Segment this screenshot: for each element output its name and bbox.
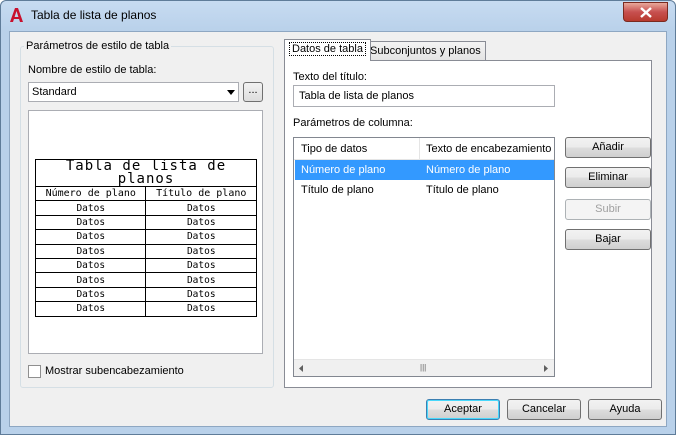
show-subheader-checkbox[interactable]: [28, 365, 41, 378]
add-button[interactable]: Añadir: [565, 137, 651, 158]
table-data-tab-panel: Texto del título: Tabla de lista de plan…: [284, 60, 652, 388]
preview-cell: Datos: [34, 286, 147, 303]
tab-subconjuntos-y-planos[interactable]: Subconjuntos y planos: [365, 41, 486, 61]
move-down-button[interactable]: Bajar: [565, 229, 651, 250]
tab-label: Subconjuntos y planos: [370, 45, 481, 57]
show-subheader-label[interactable]: Mostrar subencabezamiento: [45, 365, 184, 377]
column-list-header: Tipo de datos Texto de encabezamiento: [294, 138, 554, 160]
scroll-grip-icon[interactable]: |||: [420, 363, 426, 372]
preview-cell: Datos: [34, 257, 147, 274]
title-text-value: Tabla de lista de planos: [299, 90, 414, 102]
preview-cell: Datos: [145, 243, 257, 259]
style-name-dropdown[interactable]: Standard: [28, 82, 239, 102]
row-type: Título de plano: [301, 184, 374, 196]
preview-cell: Datos: [34, 229, 147, 245]
window-title: Tabla de lista de planos: [31, 8, 157, 22]
chevron-down-icon: [227, 90, 235, 95]
preview-cell: Datos: [34, 200, 147, 216]
horizontal-scrollbar[interactable]: |||: [294, 359, 554, 376]
remove-button[interactable]: Eliminar: [565, 167, 651, 188]
preview-header: Número de plano: [34, 185, 147, 202]
row-heading: Número de plano: [426, 164, 511, 176]
row-type: Número de plano: [301, 164, 386, 176]
close-button[interactable]: [623, 2, 668, 22]
help-button[interactable]: Ayuda: [588, 399, 662, 420]
preview-cell: Datos: [34, 214, 147, 231]
autocad-logo-icon: [10, 8, 23, 22]
dialog-client-area: Parámetros de estilo de tabla Nombre de …: [9, 31, 667, 427]
dialog-window: Tabla de lista de planos Parámetros de e…: [0, 0, 676, 435]
scroll-right-icon[interactable]: [544, 365, 548, 372]
preview-cell: Datos: [34, 301, 147, 317]
preview-cell: Datos: [34, 243, 147, 259]
table-style-preview: Tabla de lista de planos Número de plano…: [28, 110, 263, 354]
close-icon: [640, 7, 652, 18]
column-divider[interactable]: [419, 138, 420, 160]
preview-cell: Datos: [145, 214, 257, 231]
preview-cell: Datos: [145, 200, 257, 216]
column-params-label: Parámetros de columna:: [293, 117, 413, 129]
preview-cell: Datos: [145, 286, 257, 303]
title-text-input[interactable]: Tabla de lista de planos: [293, 85, 555, 107]
scroll-left-icon[interactable]: [299, 365, 303, 372]
tab-datos-de-tabla[interactable]: Datos de tabla: [284, 39, 371, 61]
cancel-button[interactable]: Cancelar: [507, 399, 581, 420]
ok-button[interactable]: Aceptar: [426, 399, 500, 420]
column-list[interactable]: Tipo de datos Texto de encabezamiento Nú…: [293, 137, 555, 377]
preview-cell: Datos: [145, 257, 257, 274]
preview-title: Tabla de lista de planos: [35, 159, 257, 187]
tab-label: Datos de tabla: [289, 42, 366, 56]
preview-cell: Datos: [145, 229, 257, 245]
move-up-button[interactable]: Subir: [565, 199, 651, 220]
browse-style-button[interactable]: ...: [243, 82, 263, 102]
preview-table: Tabla de lista de planos Número de plano…: [34, 159, 257, 317]
preview-cell: Datos: [145, 301, 257, 317]
preview-cell: Datos: [145, 272, 257, 288]
table-row[interactable]: Número de plano Número de plano: [295, 160, 554, 180]
column-header-heading[interactable]: Texto de encabezamiento: [426, 143, 551, 155]
style-name-value: Standard: [32, 86, 77, 98]
row-heading: Título de plano: [426, 184, 499, 196]
preview-cell: Datos: [34, 272, 147, 288]
table-style-group-title: Parámetros de estilo de tabla: [24, 40, 172, 52]
style-name-label: Nombre de estilo de tabla:: [28, 64, 157, 76]
title-text-label: Texto del título:: [293, 71, 367, 83]
table-row[interactable]: Título de plano Título de plano: [295, 180, 554, 200]
preview-header: Título de plano: [145, 185, 257, 202]
title-bar[interactable]: Tabla de lista de planos: [1, 1, 675, 31]
column-header-type[interactable]: Tipo de datos: [301, 143, 367, 155]
